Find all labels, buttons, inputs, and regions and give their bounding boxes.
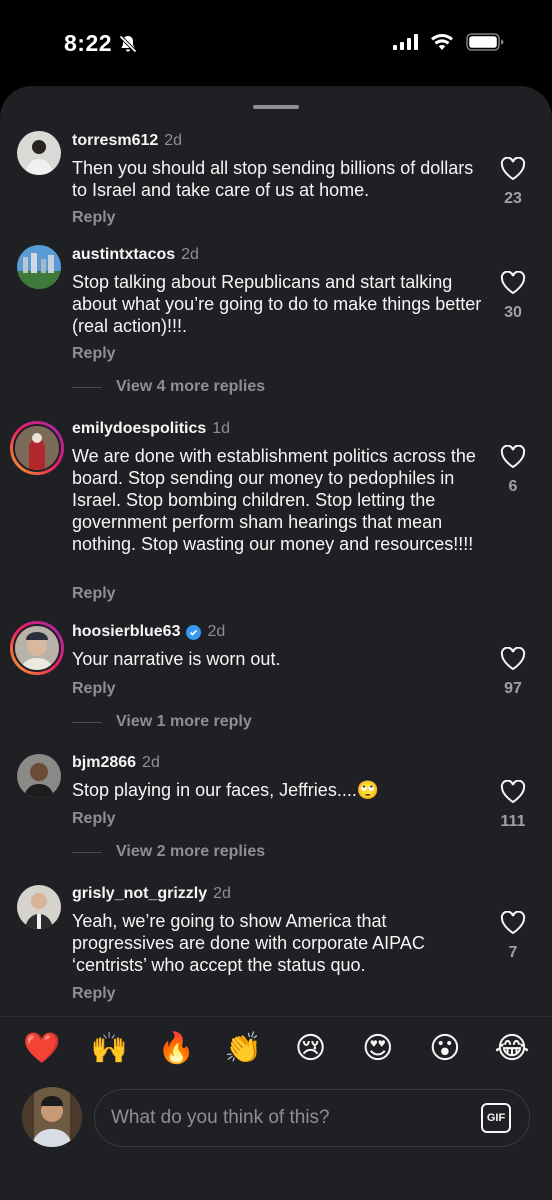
comment-time: 2d: [142, 754, 160, 771]
comment-header: hoosierblue63 2d: [72, 623, 225, 641]
comment-input[interactable]: [111, 1090, 461, 1146]
heart-icon[interactable]: [500, 647, 526, 671]
status-time: 8:22: [64, 30, 138, 57]
crying-emoji-button[interactable]: 😢: [291, 1031, 331, 1067]
comment-username[interactable]: bjm2866: [72, 754, 136, 772]
reply-button[interactable]: Reply: [72, 810, 116, 828]
comment-header: grisly_not_grizzly 2d: [72, 885, 231, 903]
sheet-drag-handle[interactable]: [253, 105, 299, 109]
current-user-avatar: [22, 1087, 82, 1147]
verified-badge-icon: [186, 624, 202, 640]
like-count: 6: [508, 478, 518, 495]
comment-text: Stop playing in our faces, Jeffries....🙄: [72, 780, 380, 800]
comment-time: 2d: [181, 246, 199, 263]
comment-text: Yeah, we’re going to show America that p…: [72, 911, 425, 975]
comment-time: 2d: [207, 623, 226, 640]
avatar-with-story-ring[interactable]: [10, 421, 64, 475]
reply-button[interactable]: Reply: [72, 680, 116, 698]
comment-time: 2d: [213, 885, 231, 902]
avatar[interactable]: [17, 245, 61, 289]
comment-text: Your narrative is worn out.: [72, 649, 281, 669]
comments-sheet: torresm612 2d Then you should all stop s…: [0, 86, 552, 1200]
heart-icon[interactable]: [500, 271, 526, 295]
view-more-replies-button[interactable]: View 2 more replies: [72, 843, 265, 861]
comment-username[interactable]: austintxtacos: [72, 246, 175, 264]
comment-username[interactable]: emilydoespolitics: [72, 420, 206, 438]
divider: [72, 851, 102, 853]
heart-icon[interactable]: [500, 911, 526, 935]
status-bar: 8:22: [0, 0, 552, 88]
comment-username[interactable]: grisly_not_grizzly: [72, 885, 207, 903]
comment-header: bjm2866 2d: [72, 754, 160, 772]
view-more-replies-button[interactable]: View 4 more replies: [72, 378, 265, 396]
surprised-emoji-button[interactable]: 😮: [425, 1031, 465, 1067]
comment-composer: GIF: [94, 1089, 530, 1147]
view-more-replies-button[interactable]: View 1 more reply: [72, 713, 252, 731]
fire-emoji-button[interactable]: 🔥: [156, 1031, 196, 1067]
reply-button[interactable]: Reply: [72, 345, 116, 363]
view-more-replies-label: View 1 more reply: [116, 713, 252, 730]
battery-icon: [466, 33, 504, 51]
comment-username[interactable]: torresm612: [72, 132, 158, 150]
heart-emoji-button[interactable]: ❤️: [22, 1031, 62, 1067]
view-more-replies-label: View 4 more replies: [116, 378, 266, 395]
like-count: 30: [504, 304, 522, 321]
cellular-signal-icon: [393, 34, 418, 50]
heart-eyes-emoji-button[interactable]: 😍: [358, 1031, 398, 1067]
comment-text: Then you should all stop sending billion…: [72, 158, 474, 200]
silent-bell-icon: [119, 34, 137, 53]
laughing-emoji-button[interactable]: 😂: [492, 1031, 532, 1067]
comment-time: 1d: [212, 420, 231, 437]
comment-text: Stop talking about Republicans and start…: [72, 272, 482, 336]
comment-text: We are done with establishment politics …: [72, 446, 476, 554]
heart-icon[interactable]: [500, 157, 526, 181]
like-count: 23: [504, 190, 522, 207]
clapping-emoji-button[interactable]: 👏: [223, 1031, 263, 1067]
reply-button[interactable]: Reply: [72, 209, 116, 227]
avatar[interactable]: [17, 885, 61, 929]
heart-icon[interactable]: [500, 445, 526, 469]
wifi-icon: [431, 33, 453, 50]
comment-header: austintxtacos 2d: [72, 246, 199, 264]
status-indicators: [393, 33, 504, 51]
heart-icon[interactable]: [500, 780, 526, 804]
clock: 8:22: [64, 30, 113, 56]
view-more-replies-label: View 2 more replies: [116, 843, 266, 860]
reaction-composer-bar: ❤️ 🙌 🔥 👏 😢 😍 😮 😂 GIF: [0, 1016, 552, 1200]
comment-header: torresm612 2d: [72, 132, 182, 150]
avatar-with-story-ring[interactable]: [10, 621, 64, 675]
divider: [72, 386, 102, 388]
reply-button[interactable]: Reply: [72, 585, 116, 603]
comment-username[interactable]: hoosierblue63: [72, 623, 180, 641]
raising-hands-emoji-button[interactable]: 🙌: [89, 1031, 129, 1067]
like-count: 111: [500, 813, 526, 830]
avatar[interactable]: [17, 754, 61, 798]
divider: [72, 721, 102, 723]
comment-header: emilydoespolitics 1d: [72, 420, 230, 438]
avatar[interactable]: [17, 131, 61, 175]
gif-button[interactable]: GIF: [481, 1103, 511, 1133]
like-count: 97: [504, 680, 522, 697]
comment-time: 2d: [164, 132, 183, 149]
reply-button[interactable]: Reply: [72, 985, 116, 1003]
emoji-quick-reactions: ❤️ 🙌 🔥 👏 😢 😍 😮 😂: [22, 1031, 532, 1067]
like-count: 7: [508, 944, 518, 961]
